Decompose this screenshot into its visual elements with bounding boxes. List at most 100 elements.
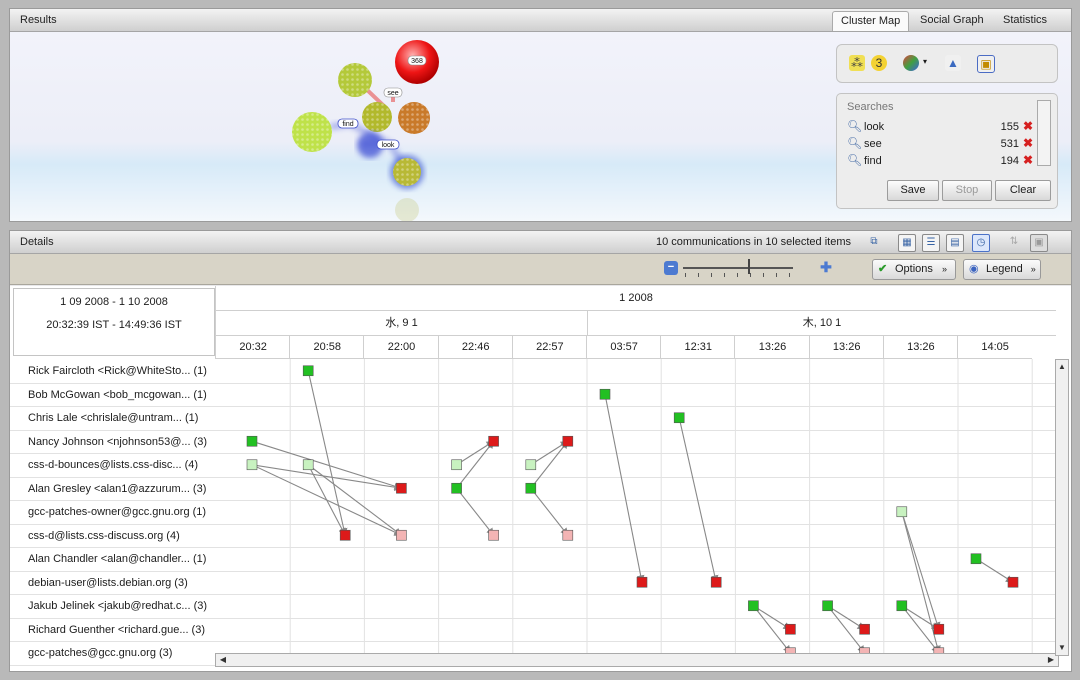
message-arrow[interactable] bbox=[827, 605, 866, 630]
shapes-icon[interactable]: ▲ bbox=[945, 55, 961, 71]
message-arrow[interactable] bbox=[307, 464, 346, 536]
message-node[interactable] bbox=[302, 459, 314, 471]
participant-label[interactable]: Richard Guenther <richard.gue... (3) bbox=[28, 624, 205, 636]
searches-scrollbar[interactable] bbox=[1037, 100, 1051, 166]
participant-label[interactable]: Chris Lale <chrislale@untram... (1) bbox=[28, 412, 198, 424]
message-arrow[interactable] bbox=[251, 464, 403, 491]
vertical-scrollbar[interactable]: ▲ ▼ bbox=[1055, 359, 1069, 656]
participant-label[interactable]: Nancy Johnson <njohnson53@... (3) bbox=[28, 436, 207, 448]
message-arrow[interactable] bbox=[456, 440, 495, 466]
message-node[interactable] bbox=[636, 576, 648, 588]
message-arrow[interactable] bbox=[307, 464, 403, 536]
link-icon[interactable]: ⧉ bbox=[866, 234, 882, 250]
message-node[interactable] bbox=[710, 576, 722, 588]
message-node[interactable] bbox=[396, 482, 407, 494]
number-icon[interactable]: 3 bbox=[871, 55, 887, 71]
timeline-chart[interactable] bbox=[216, 359, 1046, 654]
message-arrow[interactable] bbox=[752, 605, 791, 654]
message-node[interactable] bbox=[488, 435, 499, 447]
export-image-icon[interactable]: ▣ bbox=[977, 55, 995, 73]
options-button[interactable]: ✔ Options » bbox=[872, 259, 956, 280]
message-node[interactable] bbox=[396, 529, 407, 541]
participant-label[interactable]: debian-user@lists.debian.org (3) bbox=[28, 577, 188, 589]
message-arrow[interactable] bbox=[530, 487, 569, 536]
message-arrow[interactable] bbox=[901, 511, 941, 630]
message-node[interactable] bbox=[970, 553, 982, 565]
zoom-slider-handle[interactable] bbox=[748, 259, 750, 274]
message-arrow[interactable] bbox=[251, 440, 403, 490]
participant-label[interactable]: Alan Gresley <alan1@azzurum... (3) bbox=[28, 483, 206, 495]
delete-icon[interactable]: ✖ bbox=[1023, 136, 1033, 150]
message-node[interactable] bbox=[302, 365, 314, 377]
message-node[interactable] bbox=[748, 600, 759, 612]
participant-label[interactable]: Rick Faircloth <Rick@WhiteSto... (1) bbox=[28, 365, 207, 377]
message-node[interactable] bbox=[785, 623, 796, 635]
scroll-up-icon[interactable]: ▲ bbox=[1057, 362, 1067, 372]
participant-label[interactable]: Alan Chandler <alan@chandler... (1) bbox=[28, 553, 206, 565]
tab-cluster-map[interactable]: Cluster Map bbox=[832, 11, 910, 31]
message-node[interactable] bbox=[339, 529, 351, 541]
message-arrow[interactable] bbox=[604, 394, 645, 584]
message-node[interactable] bbox=[822, 600, 833, 612]
tab-statistics[interactable]: Statistics bbox=[995, 11, 1055, 30]
search-item[interactable]: 🔍︎ see 531 ✖ bbox=[847, 136, 1033, 152]
message-node[interactable] bbox=[599, 388, 611, 400]
message-arrow[interactable] bbox=[678, 417, 719, 584]
timeline-grid[interactable]: 1 09 2008 - 1 10 2008 20:32:39 IST - 14:… bbox=[10, 286, 1071, 671]
timeline-view-icon[interactable]: ◷ bbox=[972, 234, 990, 252]
participant-label[interactable]: Jakub Jelinek <jakub@redhat.c... (3) bbox=[28, 600, 207, 612]
message-arrow[interactable] bbox=[456, 487, 495, 536]
message-node[interactable] bbox=[525, 482, 537, 494]
save-button[interactable]: Save bbox=[887, 180, 939, 201]
search-item[interactable]: 🔍︎ find 194 ✖ bbox=[847, 153, 1033, 169]
zoom-slider[interactable] bbox=[683, 267, 793, 269]
cluster-map[interactable]: 368 see find look ⁂ 3 ▾ ▲ ▣ Searches 🔍︎ … bbox=[10, 32, 1071, 221]
message-node[interactable] bbox=[859, 623, 870, 635]
sort-icon[interactable]: ⇅ bbox=[1006, 234, 1022, 250]
message-node[interactable] bbox=[896, 600, 908, 612]
scroll-right-icon[interactable]: ▶ bbox=[1046, 655, 1056, 665]
message-arrow[interactable] bbox=[530, 440, 569, 489]
message-node[interactable] bbox=[525, 459, 537, 471]
delete-icon[interactable]: ✖ bbox=[1023, 119, 1033, 133]
clear-button[interactable]: Clear bbox=[995, 180, 1051, 201]
message-arrow[interactable] bbox=[827, 605, 866, 654]
message-node[interactable] bbox=[562, 435, 574, 447]
participant-label[interactable]: css-d-bounces@lists.css-disc... (4) bbox=[28, 459, 198, 471]
message-node[interactable] bbox=[896, 506, 908, 518]
message-node[interactable] bbox=[451, 482, 462, 494]
message-node[interactable] bbox=[246, 435, 258, 447]
message-arrow[interactable] bbox=[456, 440, 495, 489]
scroll-down-icon[interactable]: ▼ bbox=[1057, 643, 1067, 653]
legend-button[interactable]: ◉ Legend » bbox=[963, 259, 1041, 280]
participant-label[interactable]: gcc-patches-owner@gcc.gnu.org (1) bbox=[28, 506, 206, 518]
list-view-icon[interactable]: ☰ bbox=[922, 234, 940, 252]
export-icon[interactable]: ▣ bbox=[1030, 234, 1048, 252]
participant-label[interactable]: gcc-patches@gcc.gnu.org (3) bbox=[28, 647, 172, 659]
cluster-icon[interactable]: ⁂ bbox=[849, 55, 865, 71]
search-item[interactable]: 🔍︎ look 155 ✖ bbox=[847, 119, 1033, 135]
delete-icon[interactable]: ✖ bbox=[1023, 153, 1033, 167]
zoom-out-icon[interactable]: − bbox=[664, 261, 678, 275]
message-node[interactable] bbox=[673, 412, 685, 424]
message-node[interactable] bbox=[246, 459, 258, 471]
message-node[interactable] bbox=[933, 623, 945, 635]
horizontal-scrollbar[interactable]: ◀ ▶ bbox=[215, 653, 1059, 667]
scroll-left-icon[interactable]: ◀ bbox=[218, 655, 228, 665]
message-node[interactable] bbox=[562, 529, 574, 541]
message-arrow[interactable] bbox=[901, 605, 940, 630]
message-node[interactable] bbox=[1007, 576, 1019, 588]
participant-label[interactable]: css-d@lists.css-discuss.org (4) bbox=[28, 530, 180, 542]
chevron-down-icon[interactable]: ▾ bbox=[923, 57, 927, 66]
stop-button[interactable]: Stop bbox=[942, 180, 992, 201]
color-palette-icon[interactable] bbox=[903, 55, 919, 71]
message-arrow[interactable] bbox=[753, 605, 792, 630]
cluster-map-graphic[interactable]: 368 see find look bbox=[10, 32, 570, 221]
message-node[interactable] bbox=[488, 529, 499, 541]
tab-social-graph[interactable]: Social Graph bbox=[912, 11, 992, 30]
message-arrow[interactable] bbox=[530, 440, 569, 466]
message-arrow[interactable] bbox=[307, 370, 348, 537]
message-arrow[interactable] bbox=[901, 511, 941, 654]
participant-label[interactable]: Bob McGowan <bob_mcgowan... (1) bbox=[28, 389, 207, 401]
image-view-icon[interactable]: ▤ bbox=[946, 234, 964, 252]
